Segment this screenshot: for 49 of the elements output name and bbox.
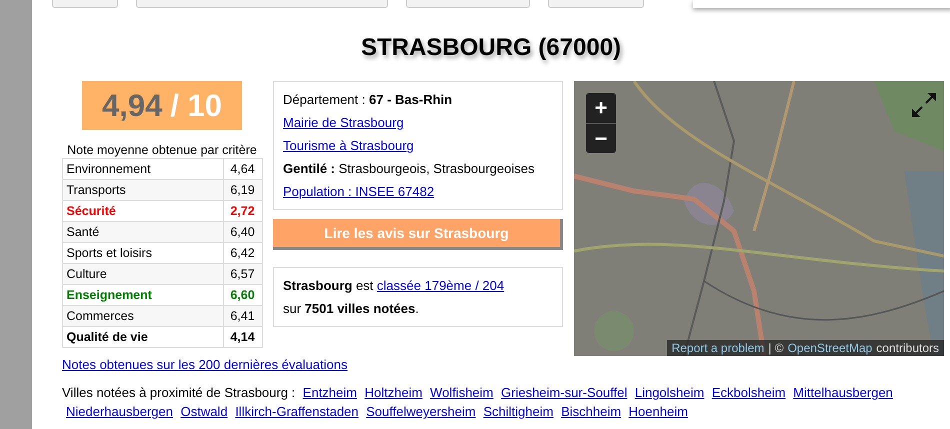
city-link[interactable]: Eckbolsheim (712, 385, 786, 400)
city-link[interactable]: Lingolsheim (634, 385, 704, 400)
nav-button[interactable] (406, 0, 530, 8)
city-link[interactable]: Wolfisheim (430, 385, 494, 400)
score-cell: 6,19 (223, 180, 262, 200)
attribution-link[interactable]: OpenStreetMap (788, 341, 872, 355)
city-link[interactable]: Schiltigheim (483, 404, 554, 419)
info-text: Département : 67 - Bas-Rhin (283, 92, 452, 107)
table-caption: Note moyenne obtenue par critère (66, 143, 258, 157)
reviews-link[interactable]: Notes obtenues sur les 200 dernières évaluations (62, 357, 348, 372)
zoom-out-button[interactable]: − (586, 123, 616, 153)
nearby-label: Villes notées à proximité de Strasbourg : (62, 385, 296, 400)
city-link[interactable]: Souffelweyersheim (366, 404, 476, 419)
score-cell: 6,40 (223, 222, 262, 242)
criterion-cell: Qualité de vie (62, 326, 223, 348)
city-link[interactable]: Bischheim (561, 404, 622, 419)
info-link[interactable]: Tourisme à Strasbourg (283, 138, 414, 153)
criterion-cell: Commerces (62, 306, 223, 326)
city-link[interactable]: Illkirch-Graffenstaden (235, 404, 359, 419)
city-link[interactable]: Niederhausbergen (66, 404, 173, 419)
nav-button[interactable] (136, 0, 388, 8)
fullscreen-icon[interactable] (910, 91, 938, 119)
score-cell: 4,14 (223, 326, 262, 348)
score-badge: 4,94 / 10 (82, 81, 242, 130)
criterion-cell: Environnement (62, 158, 223, 180)
city-link[interactable]: Griesheim-sur-Souffel (501, 385, 628, 400)
criterion-cell: Santé (62, 222, 223, 242)
rank-link[interactable]: classée 179ème / 204 (376, 278, 504, 293)
city-link[interactable]: Ostwald (180, 404, 228, 419)
zoom-in-button[interactable]: + (586, 93, 616, 123)
info-text: Gentilé : Strasbourgeois, Strasbourgeoises (283, 161, 534, 176)
nav-button[interactable] (52, 0, 118, 8)
criterion-cell: Culture (62, 264, 223, 284)
attribution-text: | © (768, 341, 784, 355)
city-link[interactable]: Hoenheim (628, 404, 688, 419)
rank-text: Strasbourg est classée 179ème / 204 (283, 278, 504, 293)
info-link[interactable]: Population : INSEE 67482 (283, 184, 434, 199)
attribution-text: contributors (876, 341, 939, 355)
nav-button[interactable] (548, 0, 644, 8)
page-title: STRASBOURG (67000) (360, 34, 622, 62)
score-cell: 6,41 (223, 306, 262, 326)
criterion-cell: Transports (62, 180, 223, 200)
attribution-link[interactable]: Report a problem (672, 341, 764, 355)
info-link[interactable]: Mairie de Strasbourg (283, 115, 404, 130)
city-link[interactable]: Mittelhausbergen (793, 385, 893, 400)
city-link[interactable]: Entzheim (302, 385, 357, 400)
city-link[interactable]: Holtzheim (364, 385, 422, 400)
rank-text: sur 7501 villes notées. (283, 301, 419, 316)
score-cell: 6,57 (223, 264, 262, 284)
